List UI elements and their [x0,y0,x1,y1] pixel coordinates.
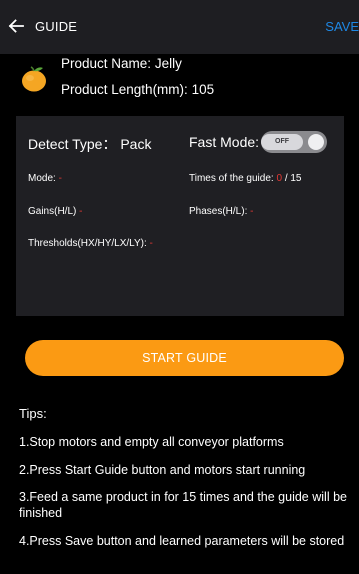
back-button[interactable] [4,14,28,38]
gains-label: Gains(H/L) [28,206,77,217]
phases-field: Phases(H/L): - [189,206,253,217]
product-name-label: Product Name: [61,56,152,71]
detect-type-row: Detect Type： Pack [28,134,151,154]
fast-mode-state: OFF [261,134,303,150]
fast-mode-toggle[interactable]: OFF [261,131,327,153]
times-current-value: 0 [276,173,283,184]
tip-item: 3.Feed a same product in for 15 times an… [19,490,347,520]
gains-value: - [79,206,83,217]
page-title: GUIDE [35,19,78,34]
tips-heading: Tips: [19,406,47,421]
mode-value: - [58,173,62,184]
times-of-guide-field: Times of the guide: 0 / 15 [189,173,302,184]
product-length-label: Product Length(mm): [61,82,188,97]
thresholds-value: - [149,238,153,249]
top-app-bar: GUIDE SAVE [0,0,359,54]
thresholds-field: Thresholds(HX/HY/LX/LY): - [28,238,153,249]
fast-mode-label: Fast Mode: [189,134,260,150]
detect-type-label: Detect Type： [28,136,117,152]
product-name-row: Product Name: Jelly [61,56,182,71]
times-label: Times of the guide: [189,173,274,184]
tip-item: 1.Stop motors and empty all conveyor pla… [19,435,284,449]
start-guide-button[interactable]: START GUIDE [25,340,344,376]
tip-item: 2.Press Start Guide button and motors st… [19,463,306,477]
times-total-value: / 15 [284,173,302,184]
phases-label: Phases(H/L): [189,206,248,217]
mode-field: Mode: - [28,173,62,184]
arrow-left-icon [8,19,24,33]
thresholds-label: Thresholds(HX/HY/LX/LY): [28,238,147,249]
product-name-value: Jelly [154,56,182,71]
guide-screen: GUIDE SAVE Product Name: Jelly Product L… [0,0,359,574]
save-button[interactable]: SAVE [325,19,359,34]
orange-fruit-icon [22,66,46,92]
guide-parameters-panel: Detect Type： Pack Fast Mode: OFF Mode: -… [16,116,344,316]
mode-label: Mode: [28,173,56,184]
detect-type-value: Pack [120,136,152,152]
phases-value: - [250,206,254,217]
gains-field: Gains(H/L) - [28,206,82,217]
product-length-row: Product Length(mm): 105 [61,82,214,97]
tip-item: 4.Press Save button and learned paramete… [19,534,345,548]
toggle-knob [308,134,324,150]
product-length-value: 105 [191,82,215,97]
